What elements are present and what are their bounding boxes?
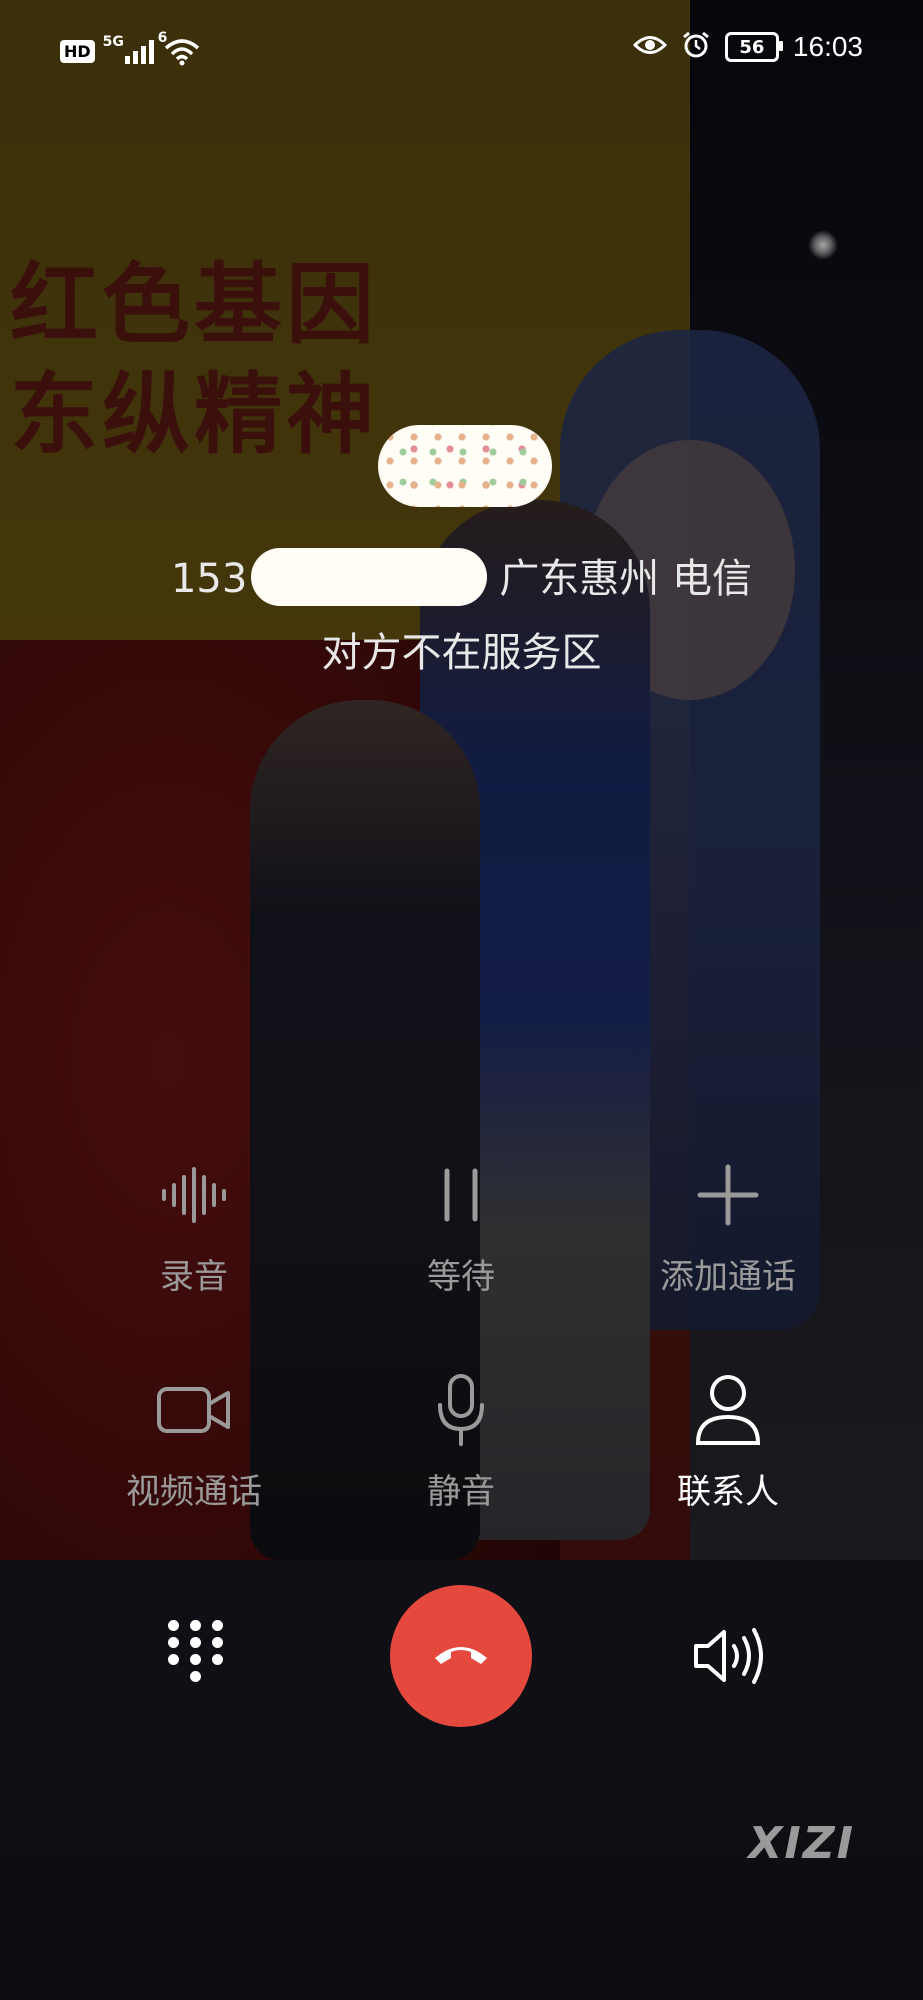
number-redacted <box>251 548 488 606</box>
status-bar: HD 5G 6 56 16:03 <box>0 0 923 104</box>
call-status: 对方不在服务区 <box>321 630 602 676</box>
caller-number-line: 153 广东惠州 电信 <box>0 546 923 610</box>
mute-button[interactable]: 静音 <box>361 1370 561 1513</box>
record-button[interactable]: 录音 <box>94 1155 294 1298</box>
speaker-icon[interactable] <box>692 1626 768 1686</box>
eye-icon <box>632 34 668 60</box>
caller-name-redacted <box>378 425 552 507</box>
plus-icon <box>628 1155 828 1235</box>
hold-button[interactable]: 等待 <box>361 1155 561 1298</box>
alarm-clock-icon <box>681 30 711 64</box>
hd-badge: HD <box>60 39 95 63</box>
battery-icon: 56 <box>724 32 783 62</box>
clock-time: 16:03 <box>792 31 863 62</box>
waveform-icon <box>94 1155 294 1235</box>
video-call-button[interactable]: 视频通话 <box>94 1370 294 1513</box>
watermark: XIZI <box>748 1818 855 1869</box>
person-icon <box>628 1370 828 1450</box>
wifi-icon: 6 <box>158 30 202 66</box>
contacts-button[interactable]: 联系人 <box>628 1370 828 1513</box>
end-call-button[interactable] <box>390 1585 532 1727</box>
number-prefix: 153 <box>170 556 248 602</box>
pause-icon <box>361 1155 561 1235</box>
video-camera-icon <box>94 1370 294 1450</box>
signal-icon: 5G <box>103 34 154 64</box>
dialpad-icon[interactable] <box>166 1620 226 1700</box>
microphone-icon <box>361 1370 561 1450</box>
caller-location: 广东惠州 电信 <box>499 556 753 602</box>
add-call-button[interactable]: 添加通话 <box>628 1155 828 1298</box>
hang-up-icon <box>431 1640 491 1672</box>
